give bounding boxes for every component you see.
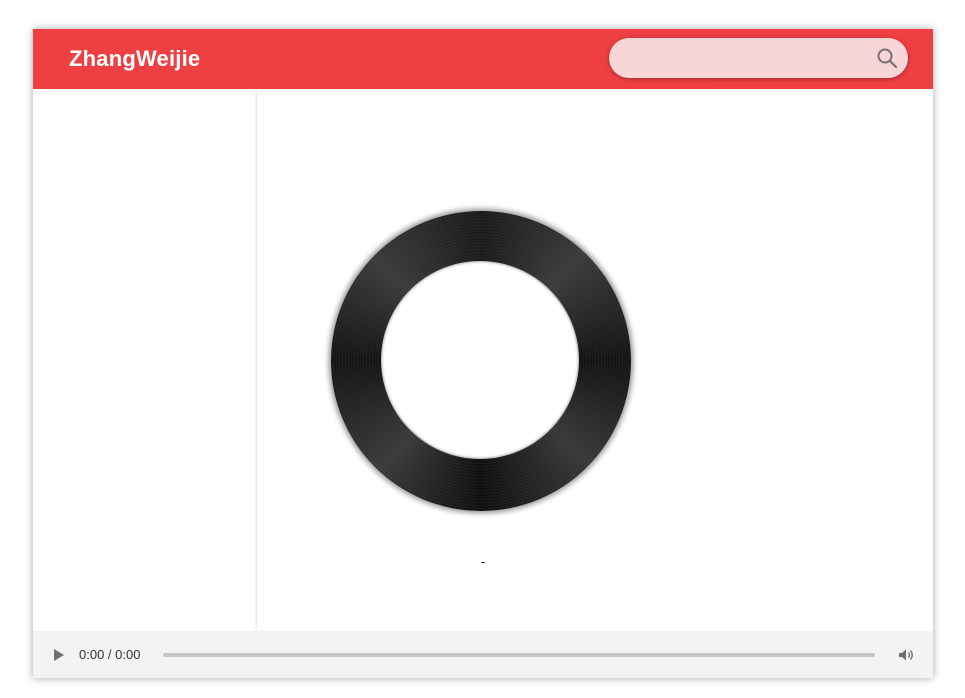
audio-player: 0:00 / 0:00 [33, 631, 933, 678]
vinyl-record-icon [331, 211, 631, 511]
brand-title: ZhangWeijie [69, 46, 201, 71]
left-panel [33, 89, 257, 631]
time-display: 0:00 / 0:00 [79, 647, 141, 662]
music-app-window: ZhangWeijie - 0:00 / 0:00 [33, 29, 933, 678]
record-cover-area [381, 261, 579, 459]
center-panel: - [257, 89, 709, 631]
header-bar: ZhangWeijie [33, 29, 933, 89]
search-icon[interactable] [876, 47, 898, 69]
play-icon[interactable] [54, 649, 64, 661]
progress-bar[interactable] [163, 653, 875, 657]
volume-icon[interactable] [898, 648, 916, 662]
right-panel [709, 89, 933, 631]
main-content: - [33, 89, 933, 631]
search-input[interactable] [623, 38, 867, 80]
song-info-text: - [480, 554, 486, 569]
search-box[interactable] [609, 38, 908, 80]
